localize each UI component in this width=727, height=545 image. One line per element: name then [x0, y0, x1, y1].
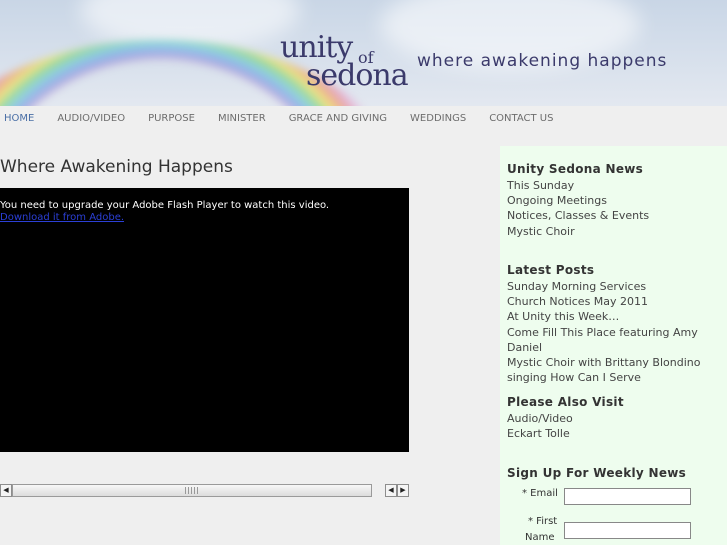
news-section: Unity Sedona News This Sunday Ongoing Me… — [507, 162, 649, 239]
nav-purpose[interactable]: PURPOSE — [148, 106, 195, 124]
nav-contact-us[interactable]: CONTACT US — [489, 106, 553, 124]
horizontal-scrollbar[interactable]: ◀ ◀ ▶ — [0, 484, 410, 497]
scroll-left-arrow-icon[interactable]: ◀ — [385, 484, 397, 497]
post-link[interactable]: At Unity this Week… — [507, 309, 727, 324]
sidebar: Unity Sedona News This Sunday Ongoing Me… — [500, 146, 727, 545]
post-link[interactable]: Sunday Morning Services — [507, 279, 727, 294]
post-link[interactable]: Come Fill This Place featuring Amy Danie… — [507, 325, 727, 355]
news-link[interactable]: Ongoing Meetings — [507, 193, 649, 208]
also-visit-section: Please Also Visit Audio/Video Eckart Tol… — [507, 395, 624, 441]
news-link[interactable]: Mystic Choir — [507, 224, 649, 239]
visit-link[interactable]: Eckart Tolle — [507, 426, 624, 441]
flash-upgrade-message: You need to upgrade your Adobe Flash Pla… — [0, 200, 330, 211]
post-link[interactable]: Church Notices May 2011 — [507, 294, 727, 309]
news-heading: Unity Sedona News — [507, 162, 644, 176]
first-name-input[interactable] — [564, 522, 691, 539]
visit-link[interactable]: Audio/Video — [507, 411, 624, 426]
post-link[interactable]: singing How Can I Serve — [507, 370, 727, 385]
logo-text-sedona: sedona — [306, 58, 409, 93]
video-player[interactable]: You need to upgrade your Adobe Flash Pla… — [0, 188, 409, 452]
nav-audio-video[interactable]: AUDIO/VIDEO — [57, 106, 125, 124]
post-link[interactable]: Mystic Choir with Brittany Blondino — [507, 355, 727, 370]
first-name-row: * First — [528, 516, 557, 527]
site-header: unity of sedona where awakening happens — [0, 0, 727, 106]
latest-posts-heading: Latest Posts — [507, 263, 595, 277]
nav-minister[interactable]: MINISTER — [218, 106, 266, 124]
first-name-label: * First — [528, 516, 558, 527]
main-nav: HOME AUDIO/VIDEO PURPOSE MINISTER GRACE … — [0, 106, 727, 132]
latest-posts-section: Latest Posts Sunday Morning Services Chu… — [507, 263, 727, 385]
download-flash-link[interactable]: Download it from Adobe. — [0, 212, 124, 223]
nav-home[interactable]: HOME — [4, 106, 34, 124]
site-tagline: where awakening happens — [417, 51, 668, 71]
nav-grace-and-giving[interactable]: GRACE AND GIVING — [289, 106, 387, 124]
page-title: Where Awakening Happens — [0, 157, 233, 177]
email-input[interactable] — [564, 488, 691, 505]
email-label: * Email — [522, 488, 558, 499]
scrollbar-grip-icon[interactable] — [185, 487, 199, 494]
news-link[interactable]: This Sunday — [507, 178, 649, 193]
email-row: * Email — [522, 488, 558, 499]
nav-weddings[interactable]: WEDDINGS — [410, 106, 466, 124]
scrollbar-track[interactable] — [12, 484, 372, 497]
first-name-label-2: Name — [525, 532, 555, 543]
scroll-right-arrow-icon[interactable]: ▶ — [397, 484, 409, 497]
scroll-left-arrow-icon[interactable]: ◀ — [0, 484, 12, 497]
signup-section: Sign Up For Weekly News — [507, 466, 686, 482]
signup-heading: Sign Up For Weekly News — [507, 466, 687, 480]
also-visit-heading: Please Also Visit — [507, 395, 624, 409]
news-link[interactable]: Notices, Classes & Events — [507, 208, 649, 223]
